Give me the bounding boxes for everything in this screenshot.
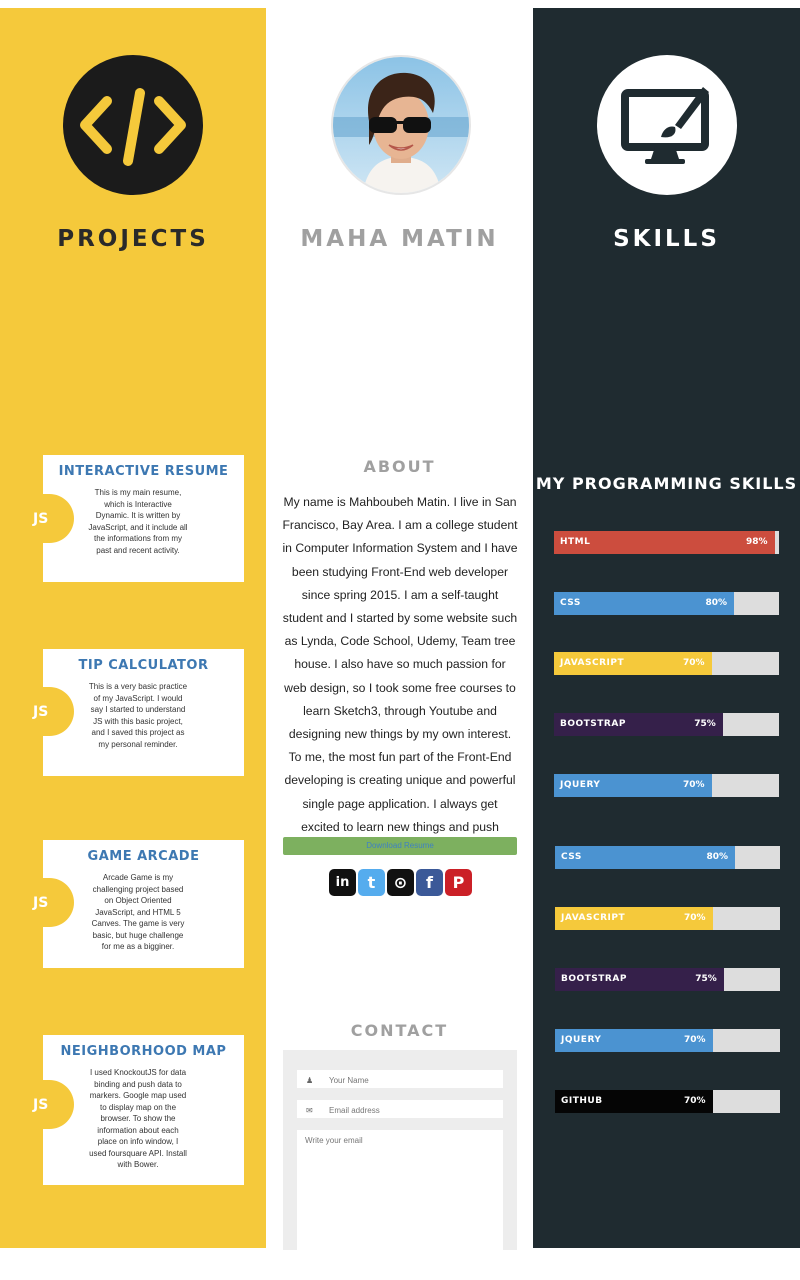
message-placeholder: Write your email <box>305 1136 363 1145</box>
skill-percent: 70% <box>683 913 706 923</box>
skill-bar-html: HTML 98% <box>554 531 779 554</box>
skill-bar-css: CSS 80% <box>555 846 780 869</box>
js-badge: JS <box>0 687 74 736</box>
github-icon[interactable]: ⊙ <box>387 869 414 896</box>
project-title[interactable]: NEIGHBORHOOD MAP <box>43 1044 244 1059</box>
js-badge: JS <box>0 1080 74 1129</box>
name-field[interactable]: ♟ Your Name <box>297 1070 503 1088</box>
skill-bar-css: CSS 80% <box>554 592 779 615</box>
skill-label: CSS <box>560 598 581 608</box>
skill-percent: 75% <box>694 719 716 729</box>
skill-label: JQUERY <box>560 780 601 790</box>
email-field[interactable]: ✉ Email address <box>297 1100 503 1118</box>
skill-label: JAVASCRIPT <box>560 658 625 668</box>
project-description: This is a very basic practice of my Java… <box>88 682 188 749</box>
twitter-icon[interactable]: t <box>358 869 385 896</box>
skill-bar-javascript: JAVASCRIPT 70% <box>554 652 779 675</box>
profile-name: MAHA MATIN <box>300 226 499 252</box>
skill-bar-github: GITHUB 70% <box>555 1090 780 1113</box>
skills-heading: SKILLS <box>613 226 720 252</box>
envelope-icon: ✉ <box>306 1106 313 1115</box>
contact-form: ♟ Your Name ✉ Email address Write your e… <box>283 1050 517 1250</box>
skill-percent: 70% <box>683 1035 706 1045</box>
linkedin-icon[interactable]: in <box>329 869 356 896</box>
project-description: Arcade Game is my challenging project ba… <box>91 873 185 951</box>
skill-label: BOOTSTRAP <box>561 974 627 984</box>
skill-bar-bootstrap: BOOTSTRAP 75% <box>554 713 779 736</box>
programming-skills-heading: MY PROGRAMMING SKILLS <box>535 474 798 493</box>
skill-bar-javascript: JAVASCRIPT 70% <box>555 907 780 930</box>
skill-label: CSS <box>561 852 582 862</box>
projects-heading: PROJECTS <box>57 226 209 252</box>
pinterest-icon[interactable]: P <box>445 869 472 896</box>
project-title[interactable]: INTERACTIVE RESUME <box>43 464 244 479</box>
skill-percent: 70% <box>683 1096 706 1106</box>
skill-percent: 98% <box>745 537 768 547</box>
skill-label: BOOTSTRAP <box>560 719 626 729</box>
user-icon: ♟ <box>306 1076 314 1085</box>
download-resume-button[interactable]: Download Resume <box>283 837 517 855</box>
portfolio-page: PROJECTS INTERACTIVE RESUME This is my m… <box>0 0 800 1280</box>
skill-percent: 80% <box>705 598 727 608</box>
js-badge: JS <box>0 878 74 927</box>
project-title[interactable]: GAME ARCADE <box>43 849 244 864</box>
facebook-icon[interactable]: f <box>416 869 443 896</box>
skill-percent: 75% <box>695 974 717 984</box>
about-heading: ABOUT <box>363 457 436 476</box>
skill-label: JAVASCRIPT <box>561 913 626 923</box>
skill-label: GITHUB <box>561 1096 603 1106</box>
message-field[interactable]: Write your email <box>297 1130 503 1250</box>
projects-column: PROJECTS INTERACTIVE RESUME This is my m… <box>0 8 266 1248</box>
contact-heading: CONTACT <box>350 1021 449 1040</box>
skill-percent: 70% <box>682 658 705 668</box>
skills-column: SKILLS MY PROGRAMMING SKILLS <box>533 8 800 1248</box>
skill-label: JQUERY <box>561 1035 602 1045</box>
skill-percent: 70% <box>682 780 705 790</box>
project-description: I used KnockoutJS for data binding and p… <box>89 1068 187 1169</box>
skill-percent: 80% <box>706 852 728 862</box>
skill-bar-bootstrap: BOOTSTRAP 75% <box>555 968 780 991</box>
skill-bar-jquery: JQUERY 70% <box>554 774 779 797</box>
avatar <box>331 55 471 195</box>
project-description: This is my main resume, which is Interac… <box>88 488 188 555</box>
code-icon <box>63 55 203 195</box>
js-badge: JS <box>0 494 74 543</box>
about-text: My name is Mahboubeh Matin. I live in Sa… <box>282 495 518 834</box>
project-title[interactable]: TIP CALCULATOR <box>43 658 244 673</box>
name-placeholder: Your Name <box>329 1076 369 1085</box>
skill-label: HTML <box>560 537 591 547</box>
email-placeholder: Email address <box>329 1106 380 1115</box>
skill-bar-jquery: JQUERY 70% <box>555 1029 780 1052</box>
monitor-brush-icon <box>597 55 737 195</box>
